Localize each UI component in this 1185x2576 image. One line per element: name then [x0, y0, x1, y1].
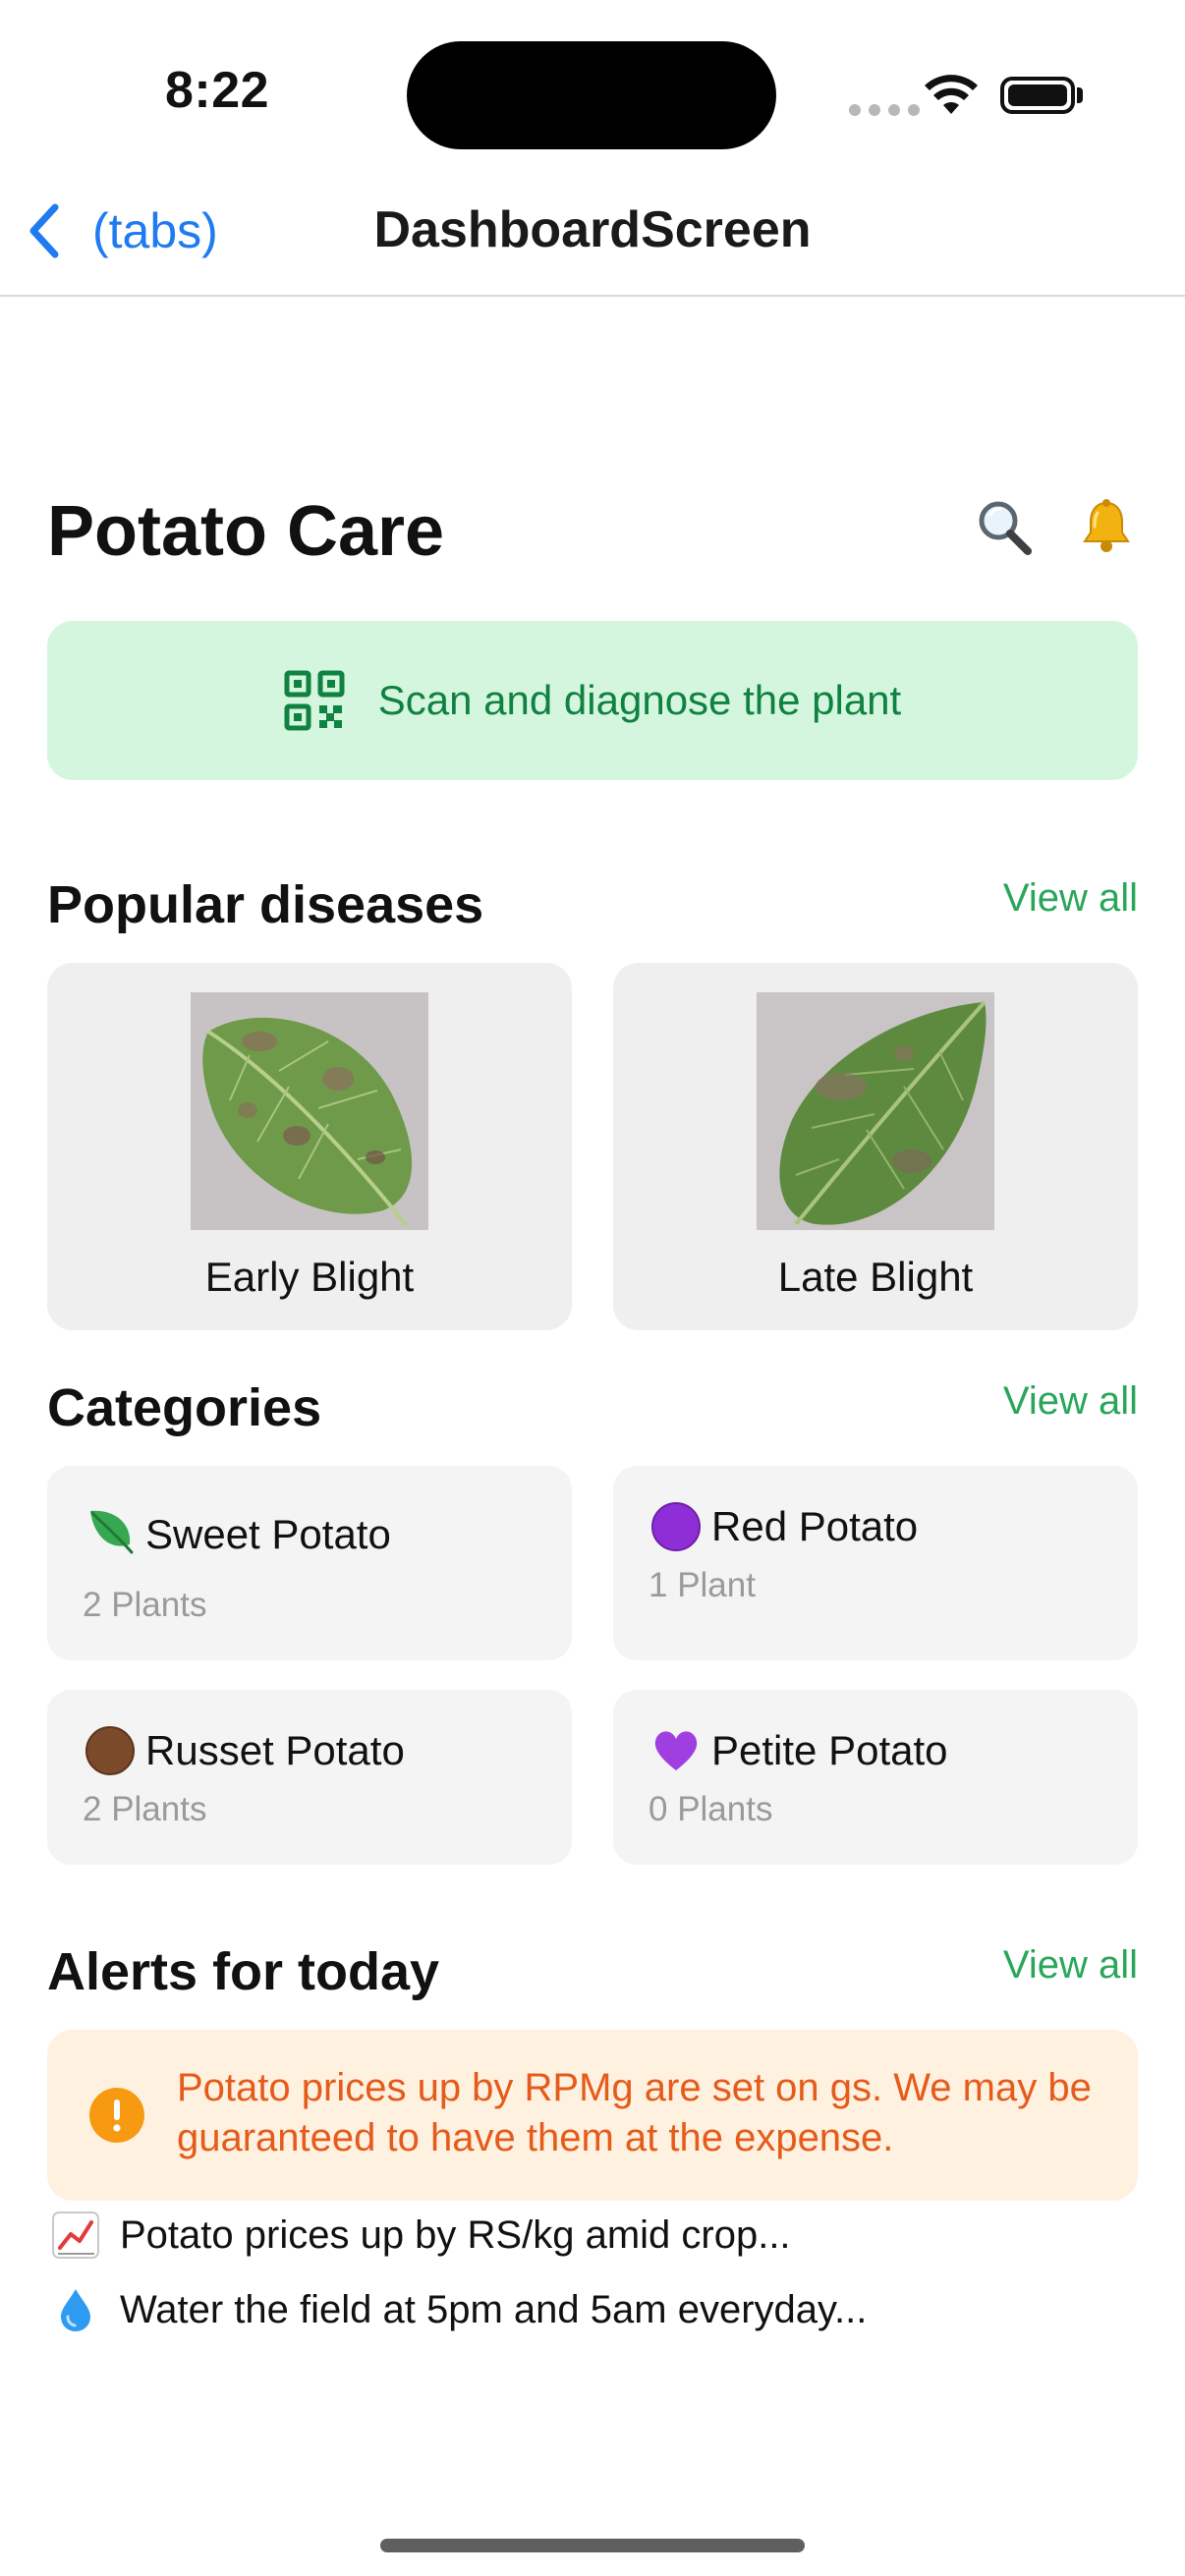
droplet-icon — [61, 2289, 90, 2331]
search-icon — [979, 501, 1032, 555]
notifications-button[interactable] — [1075, 495, 1138, 558]
popular-diseases-view-all[interactable]: View all — [1003, 876, 1138, 921]
categories-view-all[interactable]: View all — [1003, 1379, 1138, 1424]
category-card-red-potato[interactable]: Red Potato 1 Plant — [613, 1466, 1138, 1660]
category-count: 1 Plant — [649, 1566, 756, 1604]
home-indicator[interactable] — [380, 2539, 805, 2552]
nav-title: DashboardScreen — [373, 201, 812, 258]
chart-increasing-icon — [52, 2212, 99, 2259]
alert-item[interactable]: Water the field at 5pm and 5am everyday.… — [51, 2285, 867, 2334]
category-name: Red Potato — [711, 1503, 919, 1549]
category-name: Sweet Potato — [145, 1511, 391, 1557]
bell-icon — [1083, 499, 1130, 552]
category-card-sweet-potato[interactable]: Sweet Potato 2 Plants — [47, 1466, 572, 1660]
disease-label: Late Blight — [777, 1254, 974, 1300]
alert-item-text: Water the field at 5pm and 5am everyday.… — [120, 2287, 868, 2331]
purple-heart-icon — [649, 1723, 704, 1778]
status-time: 8:22 — [165, 62, 270, 119]
alerts-heading: Alerts for today — [47, 1942, 440, 2001]
categories-heading: Categories — [47, 1378, 322, 1437]
category-name: Petite Potato — [711, 1727, 948, 1773]
battery-cap — [1077, 87, 1083, 103]
disease-card-late-blight[interactable]: Late Blight — [613, 963, 1138, 1330]
category-card-russet-potato[interactable]: Russet Potato 2 Plants — [47, 1690, 572, 1865]
dynamic-island — [407, 41, 776, 149]
category-count: 2 Plants — [83, 1586, 207, 1624]
search-button[interactable] — [973, 495, 1036, 558]
leaf-icon — [83, 1503, 138, 1558]
purple-circle-icon — [649, 1499, 704, 1554]
alert-highlight[interactable]: Potato prices up by RPMg are set on gs. … — [47, 2030, 1138, 2201]
alert-item[interactable]: Potato prices up by RS/kg amid crop... — [51, 2211, 791, 2260]
disease-label: Early Blight — [204, 1254, 415, 1300]
alerts-view-all[interactable]: View all — [1003, 1943, 1138, 1988]
battery-icon — [1000, 77, 1075, 114]
category-card-petite-potato[interactable]: Petite Potato 0 Plants — [613, 1690, 1138, 1865]
alert-item-text: Potato prices up by RS/kg amid crop... — [120, 2212, 791, 2257]
popular-diseases-heading: Popular diseases — [47, 875, 484, 934]
category-name: Russet Potato — [145, 1727, 405, 1773]
alert-highlight-text: Potato prices up by RPMg are set on gs. … — [177, 2066, 1092, 2159]
early-blight-image — [191, 992, 428, 1230]
cellular-signal-icon — [849, 104, 920, 116]
scan-label: Scan and diagnose the plant — [377, 677, 902, 723]
brown-circle-icon — [83, 1723, 138, 1778]
page-title: Potato Care — [47, 492, 445, 571]
category-count: 0 Plants — [649, 1790, 773, 1828]
category-count: 2 Plants — [83, 1790, 207, 1828]
late-blight-image — [757, 992, 994, 1230]
wifi-icon — [925, 75, 978, 114]
disease-card-early-blight[interactable]: Early Blight — [47, 963, 572, 1330]
exclamation-icon — [89, 2088, 144, 2143]
scan-diagnose-button[interactable]: Scan and diagnose the plant — [47, 621, 1138, 780]
nav-divider — [0, 295, 1185, 297]
qr-code-icon — [284, 670, 345, 731]
